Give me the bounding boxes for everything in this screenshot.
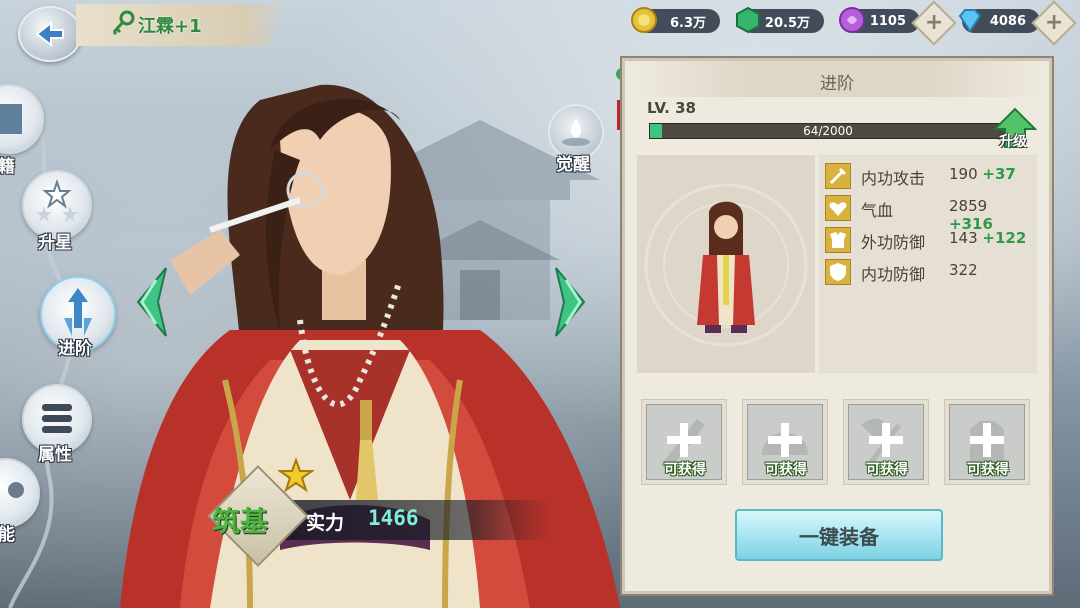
back-arrow-icon [35,20,64,48]
level-text: LV. 38 [647,99,696,117]
crystal-resource: 1105 [839,7,920,33]
upgrade-label: 升级 [999,134,1027,150]
armor-icon [825,227,851,253]
nav-label-ability: 能 [0,525,15,545]
plus-icon: + [1044,10,1064,35]
panel-title: 进阶 [820,74,854,94]
equip-slot-label: 可获得 [866,462,908,478]
book-icon [0,104,22,134]
ability-icon [8,482,24,498]
gold-value: 6.3万 [669,15,706,31]
stats-list: 内功攻击 190 +37 气血 2859 +316 外功防御 143 +122 … [819,155,1037,373]
equip-slot-label: 可获得 [967,462,1009,478]
prev-hero-arrow-icon[interactable] [128,262,174,342]
equip-slot-label: 可获得 [664,462,706,478]
equip-slot-helmet[interactable]: 可获得 [742,399,828,485]
stat-row: 内功攻击 190 +37 [825,161,1035,189]
equip-slot-axe[interactable]: 可获得 [843,399,929,485]
equip-slot-gloves[interactable]: 可获得 [944,399,1030,485]
star-icon [278,458,314,493]
nav-label-skills: 籍 [0,157,15,177]
heart-icon [825,195,851,221]
equip-slot-label: 可获得 [765,462,807,478]
equip-slot-inner: 可获得 [949,404,1025,480]
stat-row: 外功防御 143 +122 [825,225,1035,253]
stat-name: 内功防御 [861,265,926,284]
awaken-label: 觉醒 [556,155,590,175]
plus-icon: + [924,10,944,35]
equip-slot-weapon[interactable]: 可获得 [641,399,727,485]
diamond-resource: 4086 [958,9,1040,33]
equip-slot-inner: 可获得 [747,404,823,480]
nav-item-ability[interactable] [0,458,40,528]
exp-bar: 64/2000 [649,123,1007,139]
equip-slot-inner: 可获得 [646,404,722,480]
jade-value: 20.5万 [764,15,810,31]
hero-sprite [644,183,808,347]
stat-value: 143 +122 [949,229,1027,247]
sword-icon [825,163,851,189]
gold-coin-icon [631,7,657,33]
key-icon [112,10,135,36]
diamond-value: 4086 [989,13,1026,29]
stat-row: 内功防御 322 [825,257,1035,285]
stat-name: 气血 [861,201,894,220]
power-value: 1466 [368,506,419,530]
nav-item-skills[interactable] [0,84,44,154]
realm-text: 筑基 [212,505,269,538]
stat-name: 内功攻击 [861,169,926,188]
equip-slot-inner: 可获得 [848,404,924,480]
exp-text: 64/2000 [803,124,853,138]
sprite-preview [637,155,815,373]
stat-value: 322 [949,261,978,279]
stat-name: 外功防御 [861,233,926,252]
one-key-equip-button[interactable]: 一键装备 [735,509,943,561]
diamond-icon [958,9,982,33]
purple-crystal-icon [839,7,865,33]
gold-resource: 6.3万 [631,7,720,33]
crystal-value: 1105 [869,13,906,29]
power-label: 实力 [306,512,345,534]
next-hero-arrow-icon[interactable] [548,262,594,342]
stat-value: 190 +37 [949,165,1016,183]
back-button[interactable] [18,6,82,62]
jade-resource: 20.5万 [736,6,824,34]
jade-icon [736,6,760,34]
hero-name: 江霖+1 [138,16,202,37]
shield-icon [825,259,851,285]
stat-row: 气血 2859 +316 [825,193,1035,233]
advance-panel: 进阶 LV. 38 64/2000 升级 内功攻击 190 +37 气血 285… [622,58,1052,594]
